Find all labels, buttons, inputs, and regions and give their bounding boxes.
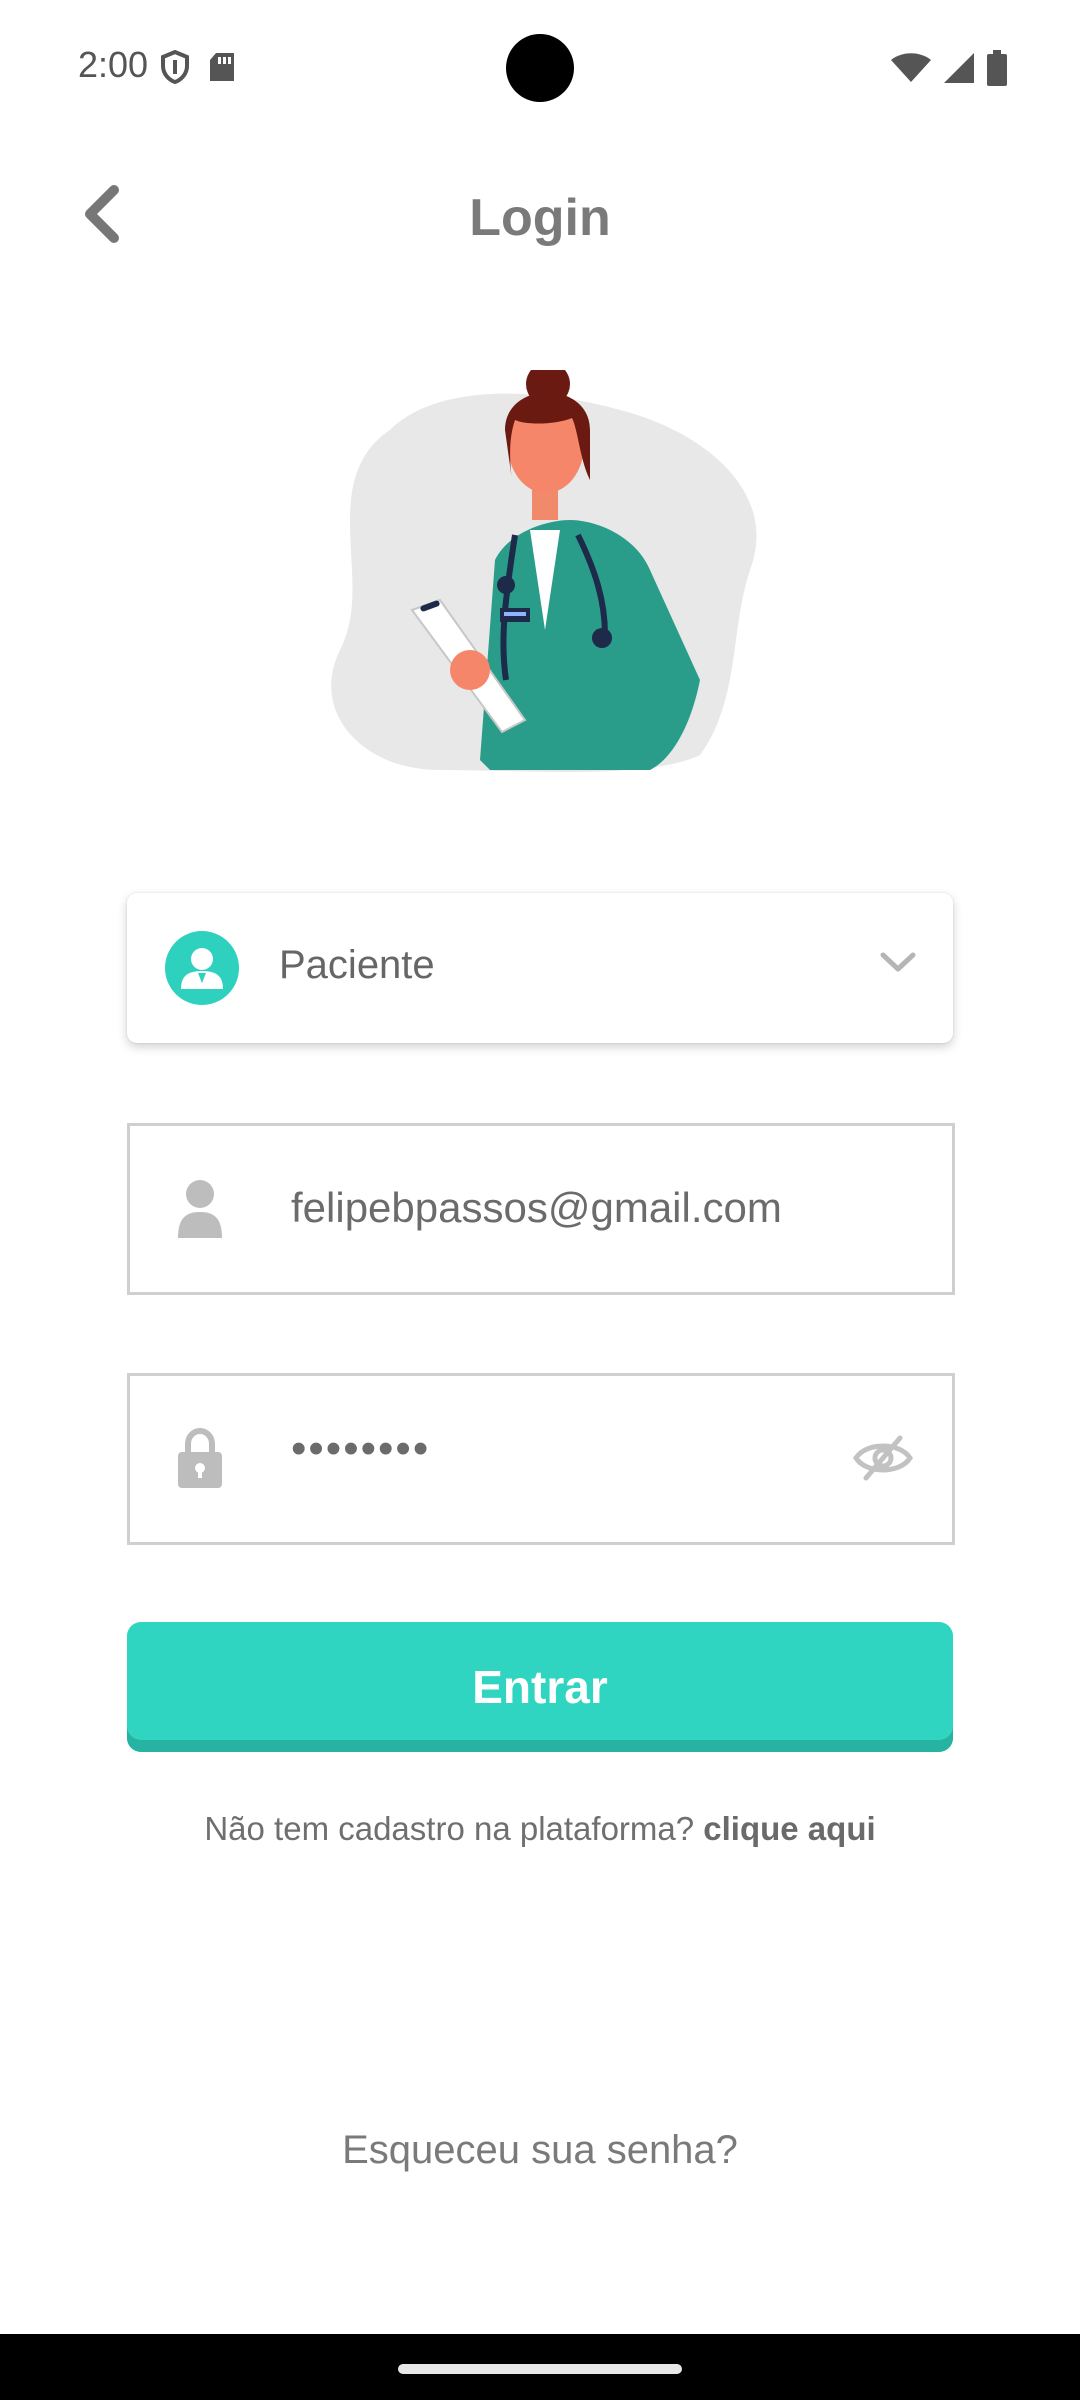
wifi-icon bbox=[890, 52, 932, 89]
page-title: Login bbox=[469, 189, 611, 247]
signup-prompt-text: Não tem cadastro na plataforma? bbox=[204, 1810, 695, 1847]
user-icon bbox=[165, 931, 239, 1005]
status-bar: 2:00 bbox=[0, 0, 1080, 130]
password-field[interactable]: •••••••• bbox=[127, 1373, 955, 1545]
signup-prompt: Não tem cadastro na plataforma? clique a… bbox=[0, 1810, 1080, 1848]
navigation-bar bbox=[0, 2334, 1080, 2400]
signal-icon bbox=[942, 51, 976, 90]
email-field[interactable]: felipebpassos@gmail.com bbox=[127, 1123, 955, 1295]
login-button[interactable]: Entrar bbox=[127, 1622, 953, 1752]
home-gesture-handle[interactable] bbox=[398, 2364, 682, 2374]
sd-card-icon bbox=[208, 51, 236, 88]
eye-off-icon[interactable] bbox=[852, 1434, 914, 1487]
lock-icon bbox=[176, 1427, 224, 1495]
signup-link[interactable]: clique aqui bbox=[703, 1810, 875, 1847]
doctor-illustration bbox=[320, 362, 780, 790]
shield-icon bbox=[160, 49, 190, 89]
battery-icon bbox=[986, 50, 1008, 91]
status-time: 2:00 bbox=[78, 44, 149, 85]
email-input[interactable]: felipebpassos@gmail.com bbox=[291, 1184, 782, 1232]
camera-cutout bbox=[506, 34, 574, 102]
forgot-password-link[interactable]: Esqueceu sua senha? bbox=[0, 2128, 1080, 2173]
person-icon bbox=[176, 1178, 224, 1243]
role-select[interactable]: Paciente bbox=[127, 893, 953, 1043]
password-input[interactable]: •••••••• bbox=[291, 1424, 430, 1474]
chevron-down-icon bbox=[879, 949, 917, 980]
role-selected-value: Paciente bbox=[279, 943, 435, 987]
